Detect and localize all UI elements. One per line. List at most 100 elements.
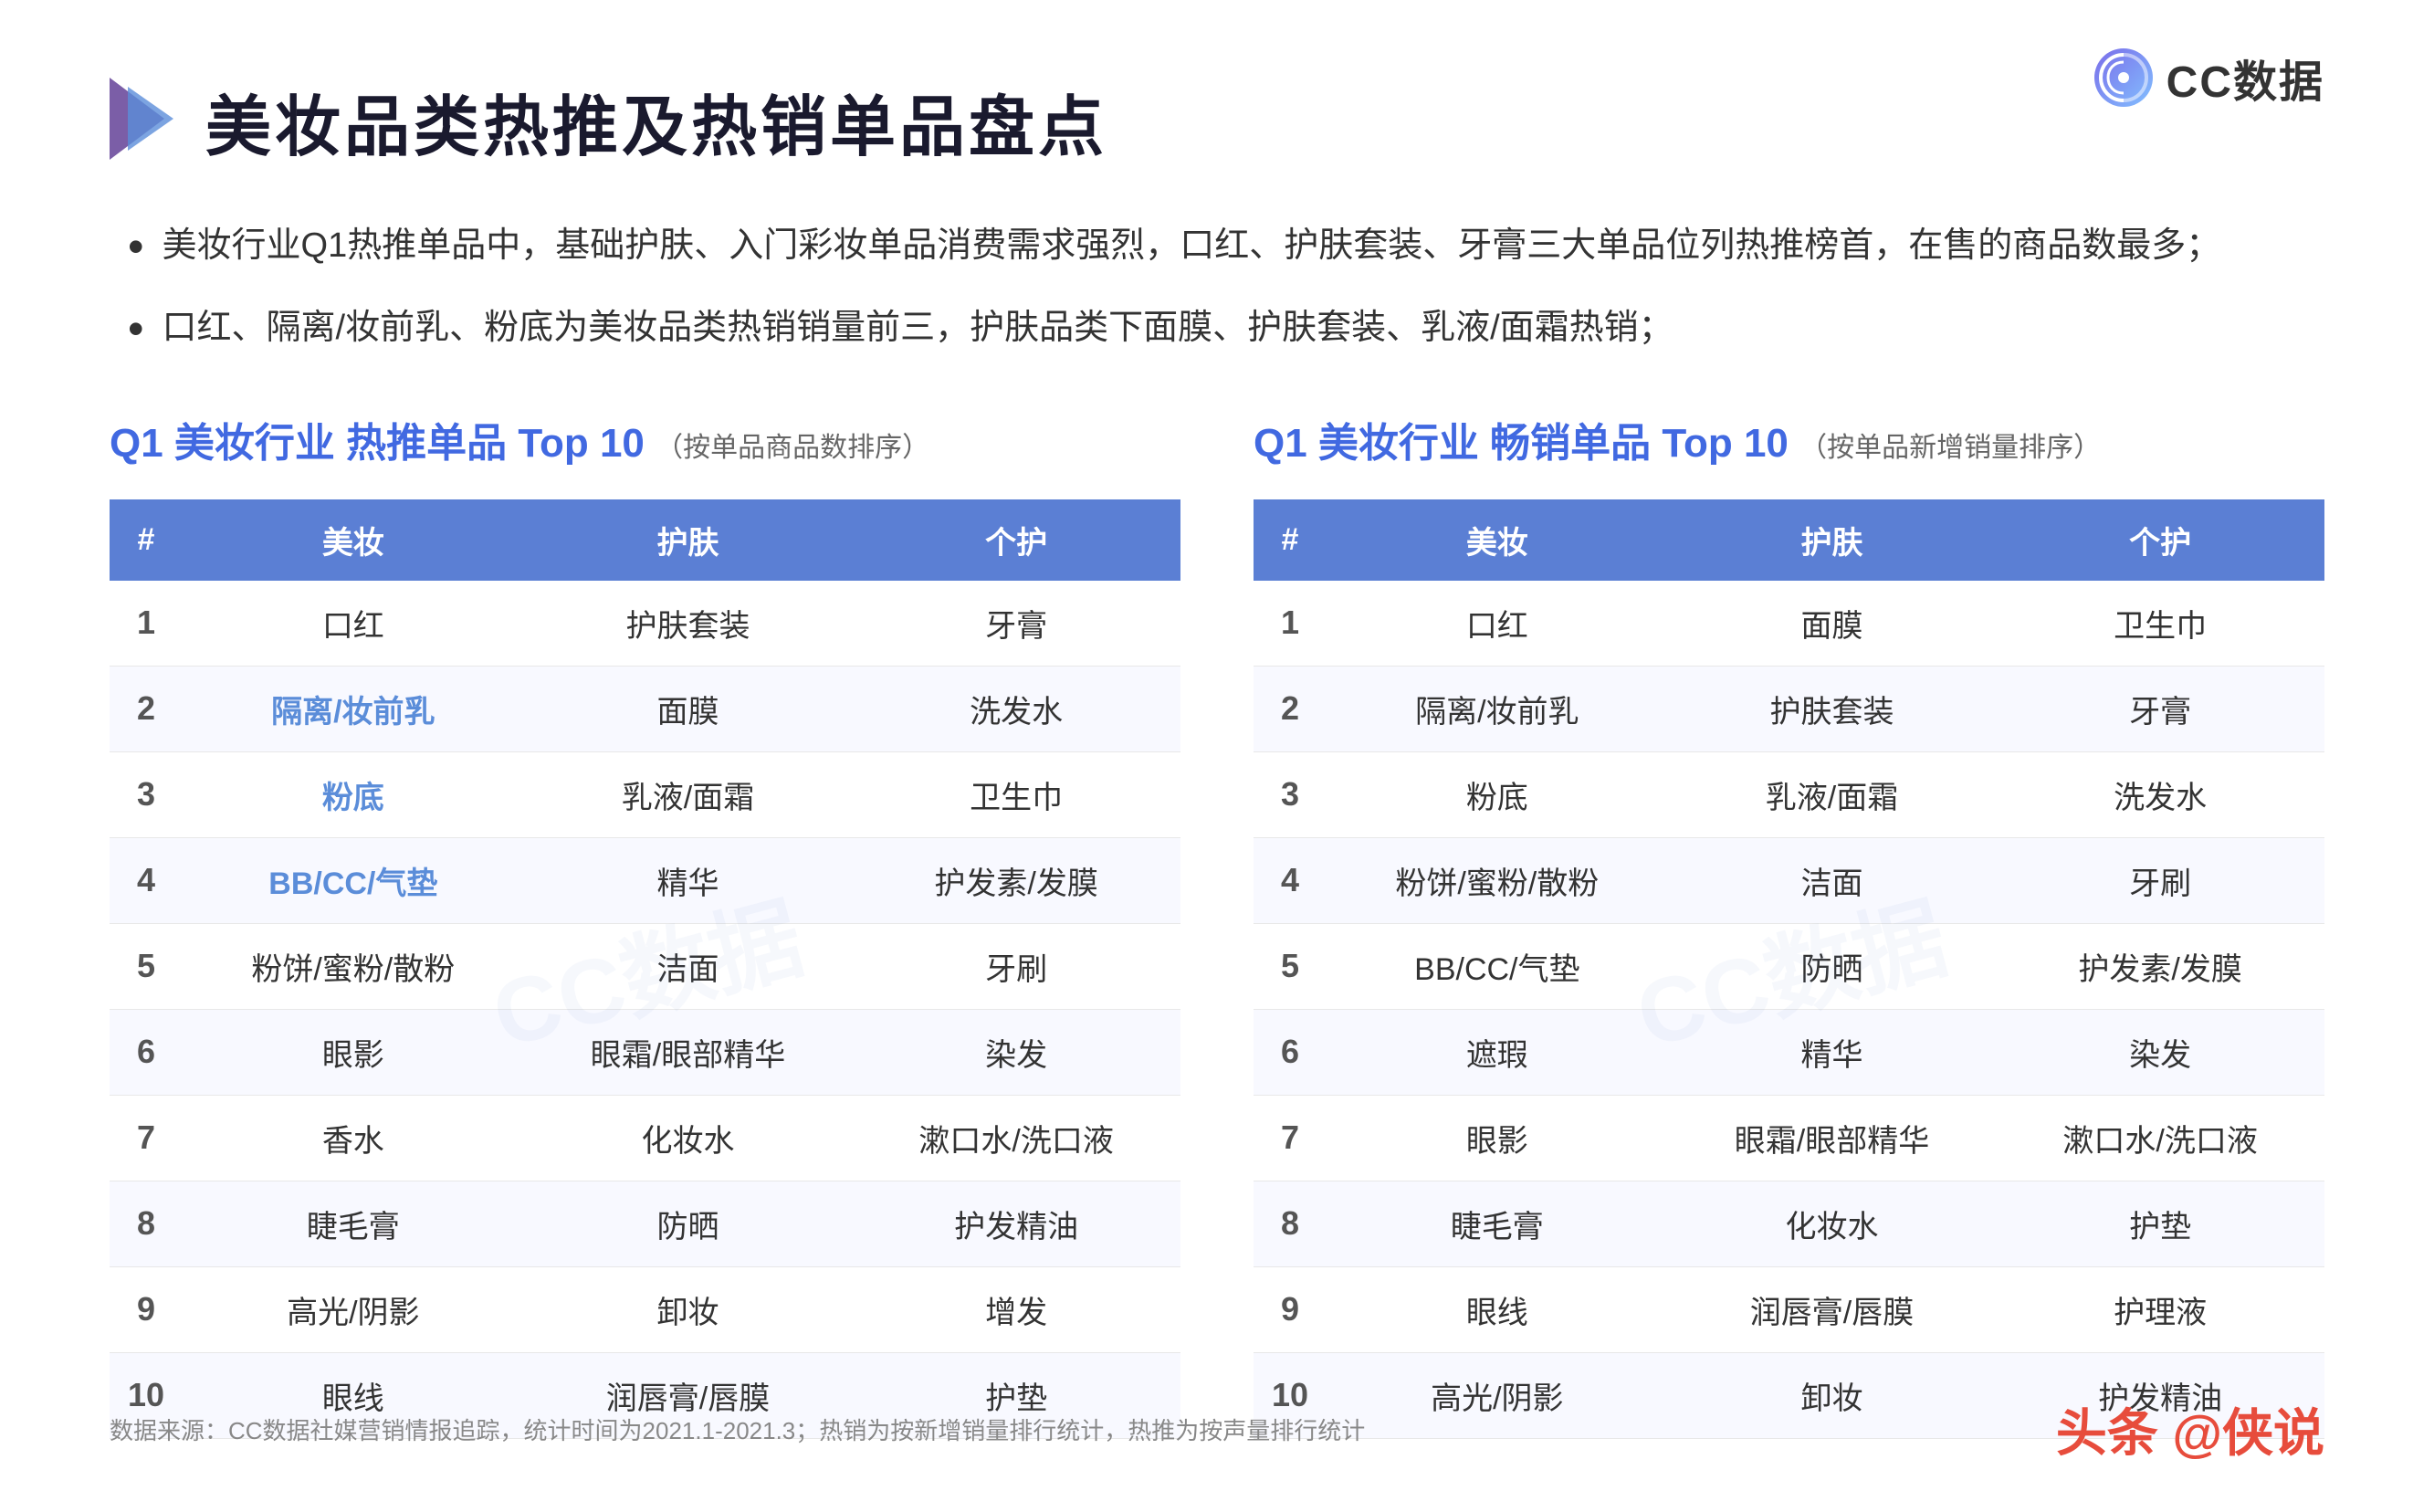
right-table-cell: 口红: [1327, 581, 1668, 667]
right-table-cell: 眼影: [1327, 1095, 1668, 1181]
left-table-cell: 隔离/妆前乳: [183, 666, 524, 751]
logo-text: CC数据: [2166, 46, 2324, 110]
left-col-makeup: 美妆: [183, 499, 524, 581]
left-table-row: 2隔离/妆前乳面膜洗发水: [110, 666, 1180, 751]
right-table-cell: 卫生巾: [1996, 581, 2324, 667]
right-table-cell: 润唇膏/唇膜: [1668, 1266, 1997, 1352]
right-table-cell: 粉饼/蜜粉/散粉: [1327, 837, 1668, 923]
left-table-cell: 8: [110, 1181, 183, 1266]
right-table-header-row: # 美妆 护肤 个护: [1254, 499, 2324, 581]
right-table-cell: 3: [1254, 751, 1327, 837]
left-table-cell: 9: [110, 1266, 183, 1352]
left-table-cell: 4: [110, 837, 183, 923]
tables-section: Q1 美妆行业 热推单品 Top 10 （按单品商品数排序） # 美妆 护肤 个…: [110, 415, 2324, 1439]
title-arrow-icon: [110, 78, 183, 160]
right-table-cell: 护发素/发膜: [1996, 923, 2324, 1009]
left-table-cell: 高光/阴影: [183, 1266, 524, 1352]
left-table-cell: 牙膏: [852, 581, 1180, 667]
left-table-title-sub: （按单品商品数排序）: [656, 433, 929, 463]
right-table-cell: 牙刷: [1996, 837, 2324, 923]
left-table-body: 1口红护肤套装牙膏2隔离/妆前乳面膜洗发水3粉底乳液/面霜卫生巾4BB/CC/气…: [110, 581, 1180, 1439]
left-table-cell: 粉底: [183, 751, 524, 837]
left-table-cell: 眼影: [183, 1009, 524, 1095]
left-table-row: 6眼影眼霜/眼部精华染发: [110, 1009, 1180, 1095]
right-col-makeup: 美妆: [1327, 499, 1668, 581]
left-table-cell: 5: [110, 923, 183, 1009]
right-table-cell: 化妆水: [1668, 1181, 1997, 1266]
right-table-cell: 4: [1254, 837, 1327, 923]
left-table-cell: 精华: [524, 837, 853, 923]
right-table-cell: 眼霜/眼部精华: [1668, 1095, 1997, 1181]
left-table-cell: 增发: [852, 1266, 1180, 1352]
right-table-cell: 洗发水: [1996, 751, 2324, 837]
right-table-row: 7眼影眼霜/眼部精华漱口水/洗口液: [1254, 1095, 2324, 1181]
right-table-row: 5BB/CC/气垫防晒护发素/发膜: [1254, 923, 2324, 1009]
left-col-rank: #: [110, 499, 183, 581]
left-col-personal: 个护: [852, 499, 1180, 581]
left-table-row: 3粉底乳液/面霜卫生巾: [110, 751, 1180, 837]
footer: 数据来源：CC数据社媒营销情报追踪，统计时间为2021.1-2021.3；热销为…: [110, 1392, 2324, 1466]
left-table-cell: 7: [110, 1095, 183, 1181]
right-table-wrapper: # 美妆 护肤 个护 1口红面膜卫生巾2隔离/妆前乳护肤套装牙膏3粉底乳液/面霜…: [1254, 499, 2324, 1439]
right-table-row: 3粉底乳液/面霜洗发水: [1254, 751, 2324, 837]
left-table-cell: 口红: [183, 581, 524, 667]
right-table-cell: 2: [1254, 666, 1327, 751]
right-table-cell: 洁面: [1668, 837, 1997, 923]
page-title: 美妆品类热推及热销单品盘点: [205, 73, 1107, 169]
right-table-row: 9眼线润唇膏/唇膜护理液: [1254, 1266, 2324, 1352]
bullet-dot-2: •: [128, 297, 144, 361]
left-table-cell: 3: [110, 751, 183, 837]
right-table-cell: 粉底: [1327, 751, 1668, 837]
right-table-cell: 9: [1254, 1266, 1327, 1352]
right-col-personal: 个护: [1996, 499, 2324, 581]
left-table-cell: 牙刷: [852, 923, 1180, 1009]
right-table-cell: 染发: [1996, 1009, 2324, 1095]
left-table-wrapper: # 美妆 护肤 个护 1口红护肤套装牙膏2隔离/妆前乳面膜洗发水3粉底乳液/面霜…: [110, 499, 1180, 1439]
right-table-cell: 护垫: [1996, 1181, 2324, 1266]
left-table-title-main: Q1 美妆行业 热推单品 Top 10: [110, 421, 645, 466]
right-table: # 美妆 护肤 个护 1口红面膜卫生巾2隔离/妆前乳护肤套装牙膏3粉底乳液/面霜…: [1254, 499, 2324, 1439]
left-table-title: Q1 美妆行业 热推单品 Top 10 （按单品商品数排序）: [110, 415, 1180, 472]
left-table-row: 9高光/阴影卸妆增发: [110, 1266, 1180, 1352]
right-table-cell: 5: [1254, 923, 1327, 1009]
left-table-cell: 化妆水: [524, 1095, 853, 1181]
left-table-cell: 1: [110, 581, 183, 667]
right-table-cell: 护理液: [1996, 1266, 2324, 1352]
right-table-row: 6遮瑕精华染发: [1254, 1009, 2324, 1095]
right-table-row: 1口红面膜卫生巾: [1254, 581, 2324, 667]
left-table-row: 1口红护肤套装牙膏: [110, 581, 1180, 667]
footer-source: 数据来源：CC数据社媒营销情报追踪，统计时间为2021.1-2021.3；热销为…: [110, 1412, 1365, 1446]
left-table-cell: 睫毛膏: [183, 1181, 524, 1266]
right-table-cell: 睫毛膏: [1327, 1181, 1668, 1266]
bullet-item-2: • 口红、隔离/妆前乳、粉底为美妆品类热销销量前三，护肤品类下面膜、护肤套装、乳…: [128, 297, 2324, 361]
left-table-cell: 护肤套装: [524, 581, 853, 667]
right-table-cell: BB/CC/气垫: [1327, 923, 1668, 1009]
left-table-row: 5粉饼/蜜粉/散粉洁面牙刷: [110, 923, 1180, 1009]
left-table-header-row: # 美妆 护肤 个护: [110, 499, 1180, 581]
right-table-cell: 1: [1254, 581, 1327, 667]
left-table-cell: 护发素/发膜: [852, 837, 1180, 923]
right-table-title-sub: （按单品新增销量排序）: [1799, 433, 2101, 463]
left-table-cell: 染发: [852, 1009, 1180, 1095]
left-table: # 美妆 护肤 个护 1口红护肤套装牙膏2隔离/妆前乳面膜洗发水3粉底乳液/面霜…: [110, 499, 1180, 1439]
title-section: 美妆品类热推及热销单品盘点: [110, 73, 2324, 169]
left-table-cell: 粉饼/蜜粉/散粉: [183, 923, 524, 1009]
bullet-item-1: • 美妆行业Q1热推单品中，基础护肤、入门彩妆单品消费需求强烈，口红、护肤套装、…: [128, 215, 2324, 278]
right-table-body: 1口红面膜卫生巾2隔离/妆前乳护肤套装牙膏3粉底乳液/面霜洗发水4粉饼/蜜粉/散…: [1254, 581, 2324, 1439]
left-table-cell: 卸妆: [524, 1266, 853, 1352]
right-col-skincare: 护肤: [1668, 499, 1997, 581]
left-table-cell: 护发精油: [852, 1181, 1180, 1266]
right-table-row: 8睫毛膏化妆水护垫: [1254, 1181, 2324, 1266]
left-table-cell: 洁面: [524, 923, 853, 1009]
right-table-title: Q1 美妆行业 畅销单品 Top 10 （按单品新增销量排序）: [1254, 415, 2324, 472]
left-table-row: 7香水化妆水漱口水/洗口液: [110, 1095, 1180, 1181]
bullet-dot-1: •: [128, 215, 144, 278]
bullet-text-2: 口红、隔离/妆前乳、粉底为美妆品类热销销量前三，护肤品类下面膜、护肤套装、乳液/…: [163, 297, 1673, 359]
footer-brand-headline: 头条: [2056, 1404, 2158, 1462]
right-table-cell: 8: [1254, 1181, 1327, 1266]
cc-logo-icon: [2092, 46, 2156, 110]
right-table-cell: 7: [1254, 1095, 1327, 1181]
right-table-cell: 乳液/面霜: [1668, 751, 1997, 837]
right-table-row: 2隔离/妆前乳护肤套装牙膏: [1254, 666, 2324, 751]
left-col-skincare: 护肤: [524, 499, 853, 581]
